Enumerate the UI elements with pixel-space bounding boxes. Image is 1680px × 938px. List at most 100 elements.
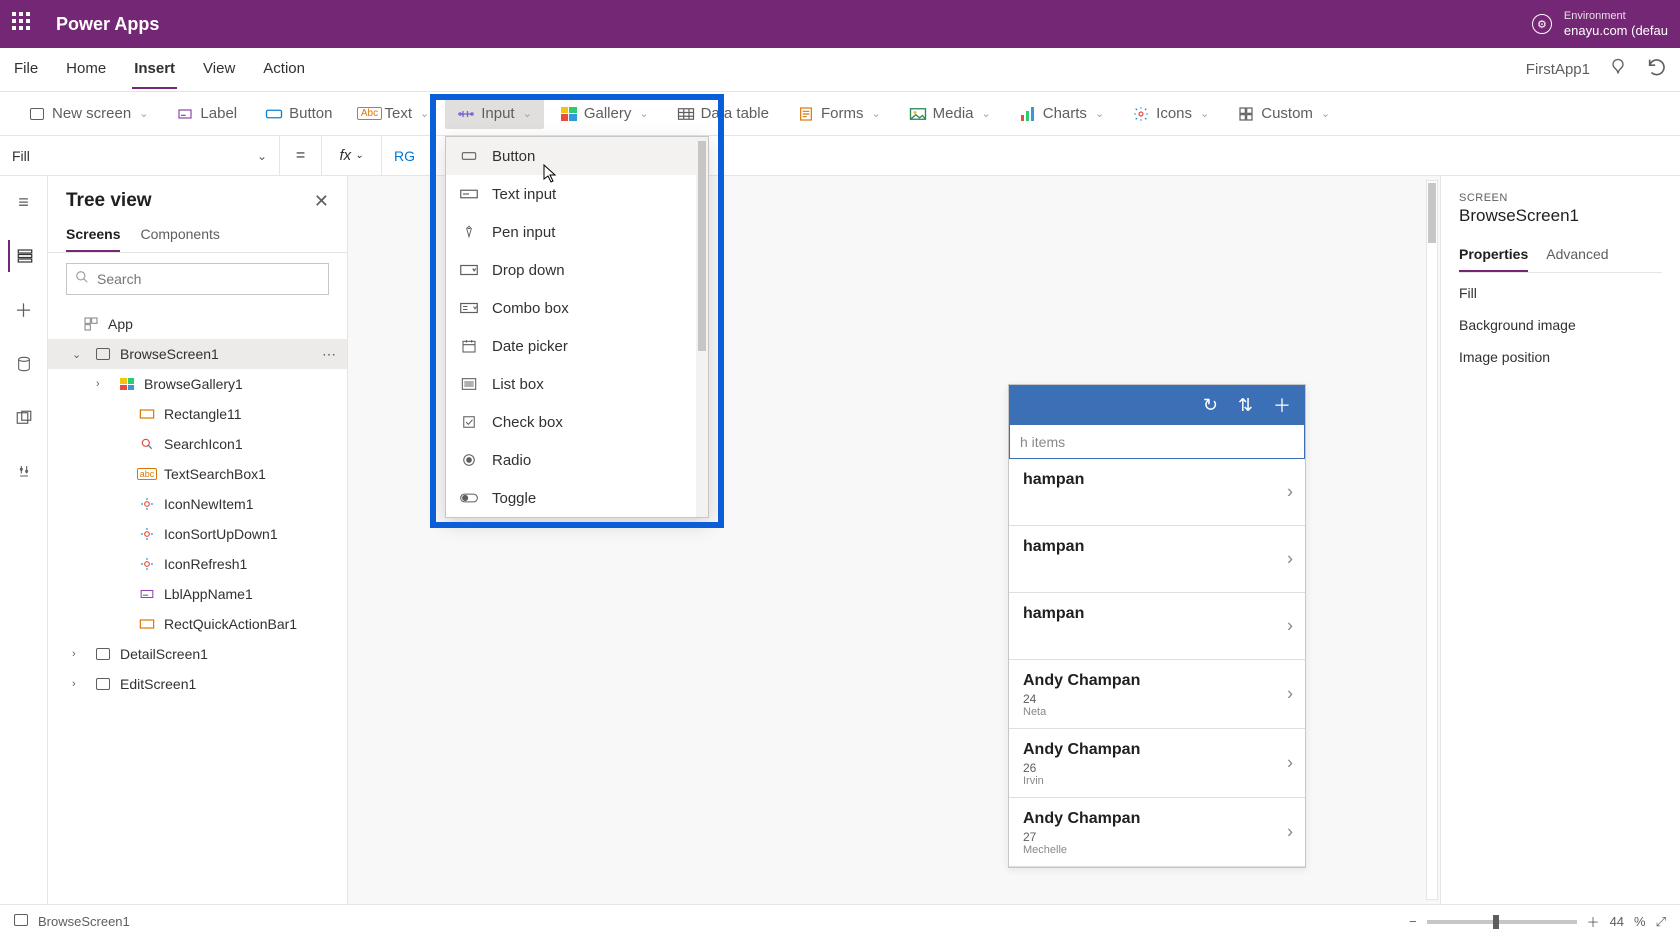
sort-icon[interactable]: ⇅ [1238,395,1253,416]
zoom-out-button[interactable]: − [1409,914,1417,929]
tab-properties[interactable]: Properties [1459,238,1528,272]
tree-node-rectangle11[interactable]: Rectangle11 [48,399,347,429]
ribbon-new-screen[interactable]: New screen⌄ [16,99,160,129]
fx-button[interactable]: fx⌄ [322,136,382,176]
tree-node-browsescreen1[interactable]: ⌄BrowseScreen1⋯ [48,339,347,369]
ribbon-media[interactable]: Media⌄ [897,99,1003,129]
input-option-toggle[interactable]: Toggle [446,479,708,517]
tree-node-lblappname1[interactable]: LblAppName1 [48,579,347,609]
tree-node-textsearchbox1[interactable]: abcTextSearchBox1 [48,459,347,489]
undo-icon[interactable] [1646,56,1668,83]
tree-search-input[interactable] [97,271,320,287]
media-icon[interactable] [8,402,40,434]
input-option-pen-input[interactable]: Pen input [446,213,708,251]
zoom-fit-button[interactable]: ⤢ [1656,914,1666,930]
ribbon-button[interactable]: Button [253,99,344,129]
ribbon-text[interactable]: AbcText⌄ [349,99,442,129]
tab-advanced[interactable]: Advanced [1546,238,1608,272]
tree-view-title: Tree view [66,190,152,212]
text-icon: Abc [361,105,379,123]
app-launcher-icon[interactable] [12,12,36,36]
ribbon-input[interactable]: Input⌄ [445,99,544,129]
chevron-right-icon[interactable]: › [72,678,86,690]
data-table-icon [677,105,695,123]
chevron-right-icon[interactable]: › [96,378,110,390]
tree-node-searchicon1[interactable]: SearchIcon1 [48,429,347,459]
tree-search[interactable] [66,263,329,295]
date-picker-icon [460,337,478,355]
tree-node-editscreen1[interactable]: ›EditScreen1 [48,669,347,699]
menu-action[interactable]: Action [261,50,307,89]
media-icon [909,105,927,123]
environment-icon[interactable]: ⚙ [1532,14,1552,34]
ribbon-icons[interactable]: Icons⌄ [1120,99,1221,129]
ribbon-gallery[interactable]: Gallery⌄ [548,99,661,129]
data-icon[interactable] [8,348,40,380]
property-background-image[interactable]: Background image [1459,317,1662,333]
canvas-scrollbar[interactable] [1426,180,1438,900]
insert-ribbon: New screen⌄LabelButtonAbcText⌄Input⌄Gall… [0,92,1680,136]
zoom-slider[interactable] [1427,920,1577,924]
chevron-right-icon[interactable]: › [72,648,86,660]
tree-node-rectquickactionbar1[interactable]: RectQuickActionBar1 [48,609,347,639]
tab-screens[interactable]: Screens [66,218,120,252]
list-item[interactable]: Andy Champan24Neta› [1009,660,1305,729]
ribbon-label[interactable]: Label [164,99,249,129]
property-selector[interactable]: Fill ⌄ [0,136,280,176]
input-option-date-picker[interactable]: Date picker [446,327,708,365]
list-item[interactable]: hampan› [1009,459,1305,526]
input-option-text-input[interactable]: Text input [446,175,708,213]
list-item[interactable]: Andy Champan27Mechelle› [1009,798,1305,867]
input-option-button[interactable]: Button [446,137,708,175]
tree-node-iconsortupdown1[interactable]: IconSortUpDown1 [48,519,347,549]
ribbon-forms[interactable]: Forms⌄ [785,99,893,129]
tab-components[interactable]: Components [140,218,219,252]
hamburger-icon[interactable]: ≡ [8,186,40,218]
drop-down-icon [460,261,478,279]
insert-icon[interactable]: ＋ [8,294,40,326]
chevron-down-icon: ⌄ [420,107,429,120]
ribbon-charts[interactable]: Charts⌄ [1007,99,1116,129]
tree-node-iconnewitem1[interactable]: IconNewItem1 [48,489,347,519]
menu-insert[interactable]: Insert [132,50,177,89]
app-icon [82,315,100,333]
zoom-in-button[interactable]: ＋ [1587,912,1600,931]
input-option-radio[interactable]: Radio [446,441,708,479]
chevron-down-icon: ⌄ [139,107,148,120]
environment-label[interactable]: Environment enayu.com (defau [1564,10,1668,39]
menu-home[interactable]: Home [64,50,108,89]
menu-file[interactable]: File [12,50,40,89]
input-dropdown-menu: ButtonText inputPen inputDrop downCombo … [445,136,709,518]
ribbon-custom[interactable]: Custom⌄ [1225,99,1342,129]
app-checker-icon[interactable] [1608,57,1628,82]
app-name-label[interactable]: FirstApp1 [1526,61,1590,78]
menu-scrollbar[interactable] [696,137,708,517]
ribbon-data-table[interactable]: Data table [665,99,781,129]
input-option-combo-box[interactable]: Combo box [446,289,708,327]
list-item[interactable]: hampan› [1009,593,1305,660]
tree-node-browsegallery1[interactable]: ›BrowseGallery1 [48,369,347,399]
property-image-position[interactable]: Image position [1459,349,1662,365]
list-item[interactable]: Andy Champan26Irvin› [1009,729,1305,798]
advanced-tools-icon[interactable] [8,456,40,488]
left-rail: ≡ ＋ [0,176,48,904]
add-icon[interactable]: ＋ [1273,392,1291,418]
chevron-down-icon: ⌄ [1095,107,1104,120]
close-icon[interactable]: ✕ [314,191,329,212]
tree-node-app[interactable]: App [48,309,347,339]
tree-view-icon[interactable] [8,240,40,272]
button-icon [265,105,283,123]
input-option-check-box[interactable]: Check box [446,403,708,441]
refresh-icon[interactable]: ↻ [1203,395,1218,416]
input-option-drop-down[interactable]: Drop down [446,251,708,289]
input-option-list-box[interactable]: List box [446,365,708,403]
preview-search[interactable]: h items [1009,425,1305,459]
list-item[interactable]: hampan› [1009,526,1305,593]
menu-view[interactable]: View [201,50,237,89]
property-fill[interactable]: Fill [1459,285,1662,301]
chevron-down-icon[interactable]: ⌄ [72,348,86,361]
tree-node-iconrefresh1[interactable]: IconRefresh1 [48,549,347,579]
breadcrumb[interactable]: BrowseScreen1 [38,914,130,929]
tree-node-detailscreen1[interactable]: ›DetailScreen1 [48,639,347,669]
more-icon[interactable]: ⋯ [322,346,337,363]
